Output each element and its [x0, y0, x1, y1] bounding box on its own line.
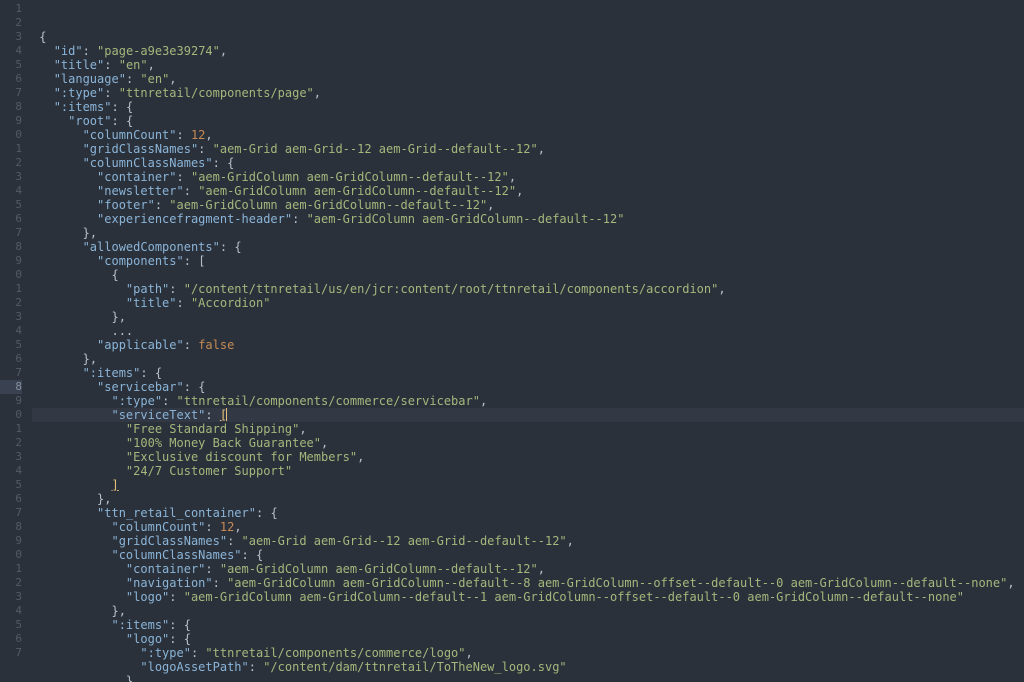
code-line: "components": [ [32, 254, 1024, 268]
code-line: "columnClassNames": { [32, 156, 1024, 170]
code-line: ] [32, 478, 1024, 492]
code-line: "columnClassNames": { [32, 548, 1024, 562]
code-line: "newsletter": "aem-GridColumn aem-GridCo… [32, 184, 1024, 198]
code-line: }, [32, 674, 1024, 682]
line-number: 4 [0, 44, 22, 58]
code-line: { [32, 30, 1024, 44]
line-number: 2 [0, 436, 22, 450]
code-line: "Exclusive discount for Members", [32, 450, 1024, 464]
code-line: }, [32, 492, 1024, 506]
line-number: 9 [0, 534, 22, 548]
line-number: 5 [0, 338, 22, 352]
line-number: 5 [0, 618, 22, 632]
code-line: "container": "aem-GridColumn aem-GridCol… [32, 562, 1024, 576]
code-line: "columnCount": 12, [32, 128, 1024, 142]
code-line: ":items": { [32, 618, 1024, 632]
line-number: 9 [0, 114, 22, 128]
code-line: "footer": "aem-GridColumn aem-GridColumn… [32, 198, 1024, 212]
code-line: "navigation": "aem-GridColumn aem-GridCo… [32, 576, 1024, 590]
line-number: 2 [0, 156, 22, 170]
code-line: "ttn_retail_container": { [32, 506, 1024, 520]
code-line: "applicable": false [32, 338, 1024, 352]
code-line: ":type": "ttnretail/components/commerce/… [32, 394, 1024, 408]
code-line: }, [32, 310, 1024, 324]
line-number: 6 [0, 352, 22, 366]
line-number: 5 [0, 58, 22, 72]
code-line: "100% Money Back Guarantee", [32, 436, 1024, 450]
code-line: "language": "en", [32, 72, 1024, 86]
line-number: 6 [0, 72, 22, 86]
code-line: { [32, 268, 1024, 282]
line-number: 7 [0, 226, 22, 240]
code-line: ":type": "ttnretail/components/page", [32, 86, 1024, 100]
code-line: }, [32, 604, 1024, 618]
line-number: 3 [0, 30, 22, 44]
line-number: 6 [0, 212, 22, 226]
line-number: 6 [0, 492, 22, 506]
code-line: }, [32, 352, 1024, 366]
code-line: "experiencefragment-header": "aem-GridCo… [32, 212, 1024, 226]
line-number: 4 [0, 184, 22, 198]
line-number: 1 [0, 282, 22, 296]
code-line: "logoAssetPath": "/content/dam/ttnretail… [32, 660, 1024, 674]
line-number: 7 [0, 366, 22, 380]
code-line: ":type": "ttnretail/components/commerce/… [32, 646, 1024, 660]
line-number: 5 [0, 478, 22, 492]
code-line: "gridClassNames": "aem-Grid aem-Grid--12… [32, 142, 1024, 156]
code-line: "id": "page-a9e3e39274", [32, 44, 1024, 58]
line-number: 0 [0, 548, 22, 562]
line-number: 7 [0, 86, 22, 100]
code-line: ":items": { [32, 366, 1024, 380]
line-number: 1 [0, 422, 22, 436]
line-number: 8 [0, 240, 22, 254]
line-number: 1 [0, 2, 22, 16]
line-number: 9 [0, 394, 22, 408]
code-line: "serviceText": [ [32, 408, 1024, 422]
line-number: 3 [0, 450, 22, 464]
code-area[interactable]: { "id": "page-a9e3e39274", "title": "en"… [28, 0, 1024, 682]
code-editor[interactable]: 1234567890123456789012345678901234567890… [0, 0, 1024, 682]
code-line: "servicebar": { [32, 380, 1024, 394]
code-line: "logo": "aem-GridColumn aem-GridColumn--… [32, 590, 1024, 604]
code-line: "container": "aem-GridColumn aem-GridCol… [32, 170, 1024, 184]
line-number: 7 [0, 646, 22, 660]
code-line: ":items": { [32, 100, 1024, 114]
code-line: "logo": { [32, 632, 1024, 646]
line-number: 4 [0, 324, 22, 338]
line-number: 3 [0, 170, 22, 184]
line-number: 6 [0, 632, 22, 646]
line-number: 8 [0, 380, 22, 394]
line-number: 3 [0, 590, 22, 604]
line-number-gutter[interactable]: 1234567890123456789012345678901234567890… [0, 0, 28, 682]
line-number: 1 [0, 562, 22, 576]
line-number: 2 [0, 576, 22, 590]
line-number: 2 [0, 296, 22, 310]
code-line: "Free Standard Shipping", [32, 422, 1024, 436]
code-line: "columnCount": 12, [32, 520, 1024, 534]
line-number: 2 [0, 16, 22, 30]
line-number: 3 [0, 310, 22, 324]
code-line: "24/7 Customer Support" [32, 464, 1024, 478]
line-number: 0 [0, 128, 22, 142]
code-line: "path": "/content/ttnretail/us/en/jcr:co… [32, 282, 1024, 296]
line-number: 4 [0, 464, 22, 478]
line-number: 5 [0, 198, 22, 212]
code-line: "gridClassNames": "aem-Grid aem-Grid--12… [32, 534, 1024, 548]
line-number: 0 [0, 268, 22, 282]
line-number: 4 [0, 604, 22, 618]
code-line: }, [32, 226, 1024, 240]
line-number: 1 [0, 142, 22, 156]
line-number: 7 [0, 506, 22, 520]
line-number: 8 [0, 520, 22, 534]
code-line: "title": "Accordion" [32, 296, 1024, 310]
line-number: 0 [0, 408, 22, 422]
code-line: ... [32, 324, 1024, 338]
code-line: "allowedComponents": { [32, 240, 1024, 254]
line-number: 9 [0, 254, 22, 268]
line-number: 8 [0, 100, 22, 114]
code-line: "title": "en", [32, 58, 1024, 72]
code-line: "root": { [32, 114, 1024, 128]
